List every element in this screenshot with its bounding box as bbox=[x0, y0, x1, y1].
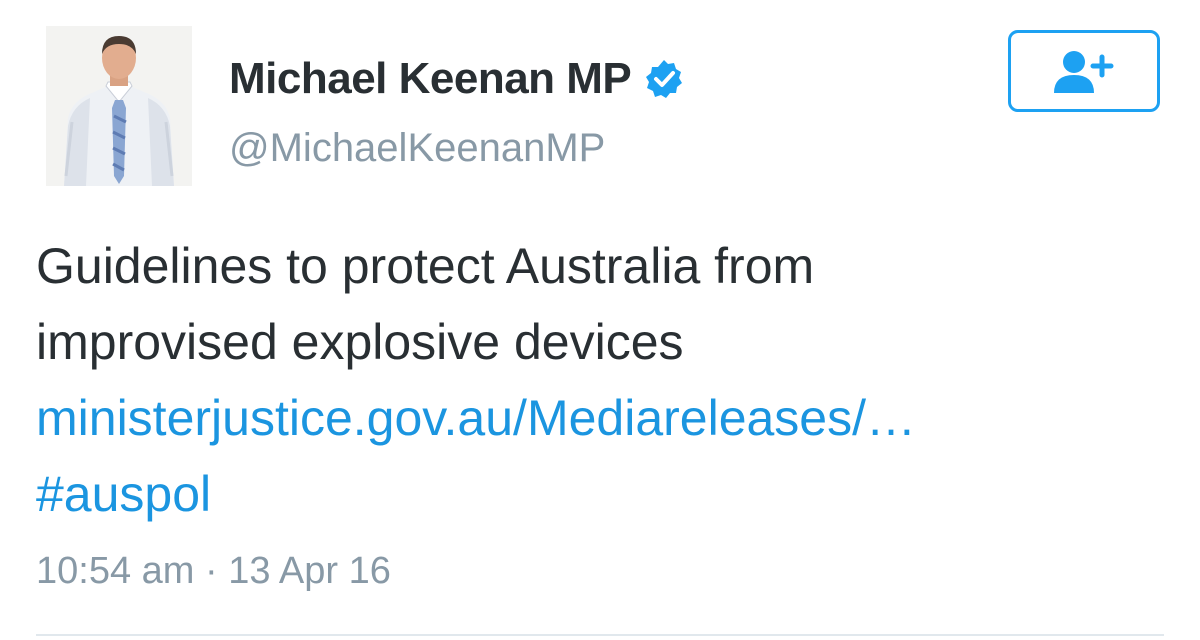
author-display-name[interactable]: Michael Keenan MP bbox=[229, 54, 632, 104]
author-name-row: Michael Keenan MP bbox=[229, 52, 685, 106]
hashtag-link[interactable]: #auspol bbox=[36, 456, 1156, 532]
follow-button[interactable] bbox=[1008, 30, 1160, 112]
profile-photo-icon bbox=[46, 26, 192, 186]
divider bbox=[36, 634, 1164, 636]
tweet-timestamp[interactable]: 10:54 am · 13 Apr 16 bbox=[36, 550, 391, 593]
tweet-text-line: improvised explosive devices bbox=[36, 314, 684, 370]
tweet-card: Michael Keenan MP @MichaelKeenanMP Guide… bbox=[0, 0, 1200, 640]
tweet-text-line: Guidelines to protect Australia from bbox=[36, 238, 815, 294]
avatar[interactable] bbox=[46, 26, 192, 186]
verified-badge-icon bbox=[643, 58, 685, 100]
tweet-link[interactable]: ministerjustice.gov.au/Mediareleases/… bbox=[36, 380, 1156, 456]
tweet-text: Guidelines to protect Australia from imp… bbox=[36, 228, 1156, 532]
author-handle[interactable]: @MichaelKeenanMP bbox=[229, 126, 605, 171]
add-user-icon bbox=[1054, 51, 1114, 93]
